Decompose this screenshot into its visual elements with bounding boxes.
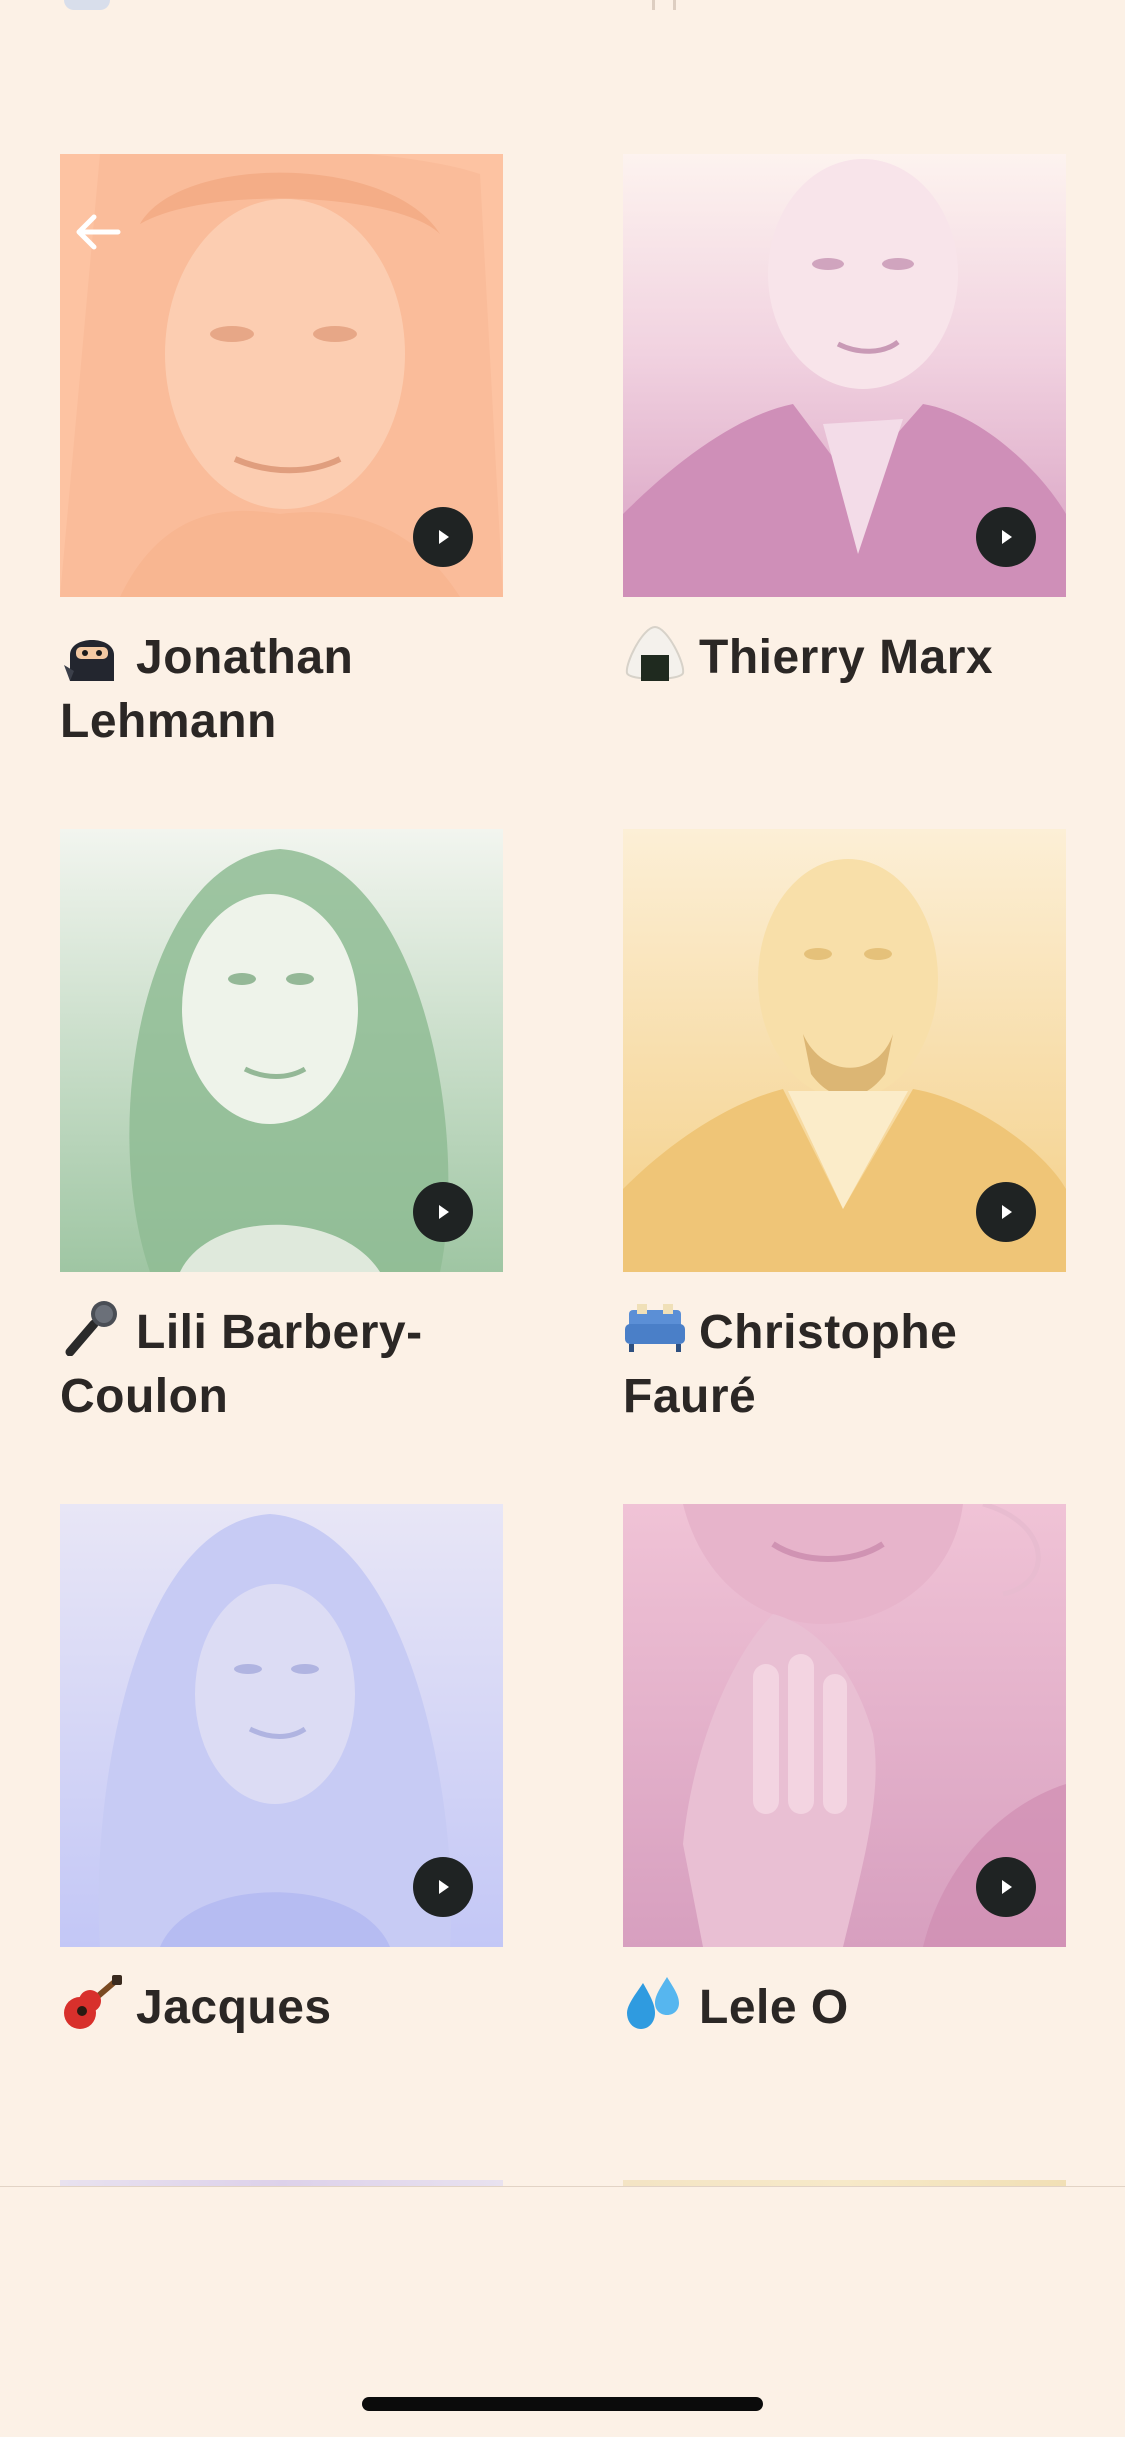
play-icon (439, 1205, 449, 1219)
profile-name: Jacques (60, 1975, 503, 2040)
portrait-image[interactable] (623, 1504, 1066, 1947)
guitar-emoji-icon (60, 1975, 124, 2031)
play-button[interactable] (413, 507, 473, 567)
home-indicator[interactable] (362, 2397, 763, 2411)
profile-card-christophe-faure[interactable]: Christophe Fauré (623, 829, 1066, 1504)
play-button[interactable] (413, 1182, 473, 1242)
play-button[interactable] (976, 507, 1036, 567)
couch-emoji-icon (623, 1300, 687, 1356)
rice-ball-emoji-icon (623, 625, 687, 681)
profile-card-thierry-marx[interactable]: Thierry Marx (623, 154, 1066, 829)
play-button[interactable] (976, 1857, 1036, 1917)
portrait-image[interactable] (60, 829, 503, 1272)
sweat-droplets-emoji-icon (623, 1975, 687, 2031)
play-icon (1002, 530, 1012, 544)
profile-name: Thierry Marx (623, 625, 1066, 690)
emoji-peek (652, 0, 676, 10)
profile-name: Lili Barbery-Coulon (60, 1300, 503, 1429)
play-button[interactable] (413, 1857, 473, 1917)
profile-name: Jonathan Lehmann (60, 625, 503, 754)
portrait-image[interactable] (623, 154, 1066, 597)
profile-card-lele-o[interactable]: Lele O (623, 1504, 1066, 2179)
back-button[interactable] (66, 200, 130, 264)
arrow-left-icon (76, 214, 121, 250)
portrait-image[interactable] (60, 1504, 503, 1947)
profile-name: Lele O (623, 1975, 1066, 2040)
snowflake-emoji-peek (64, 0, 110, 10)
play-icon (1002, 1205, 1012, 1219)
play-icon (439, 1880, 449, 1894)
play-button[interactable] (976, 1182, 1036, 1242)
profile-card-jacques[interactable]: Jacques (60, 1504, 503, 2179)
ninja-emoji-icon (60, 625, 124, 681)
previous-row-peek (0, 0, 1125, 14)
play-icon (1002, 1880, 1012, 1894)
portrait-image[interactable] (623, 829, 1066, 1272)
profile-card-lili-barbery-coulon[interactable]: Lili Barbery-Coulon (60, 829, 503, 1504)
play-icon (439, 530, 449, 544)
profiles-grid: Jonathan Lehmann Thierry Marx Lili Barbe… (60, 154, 1066, 2179)
microphone-emoji-icon (60, 1300, 124, 1357)
profile-name: Christophe Fauré (623, 1300, 1066, 1429)
